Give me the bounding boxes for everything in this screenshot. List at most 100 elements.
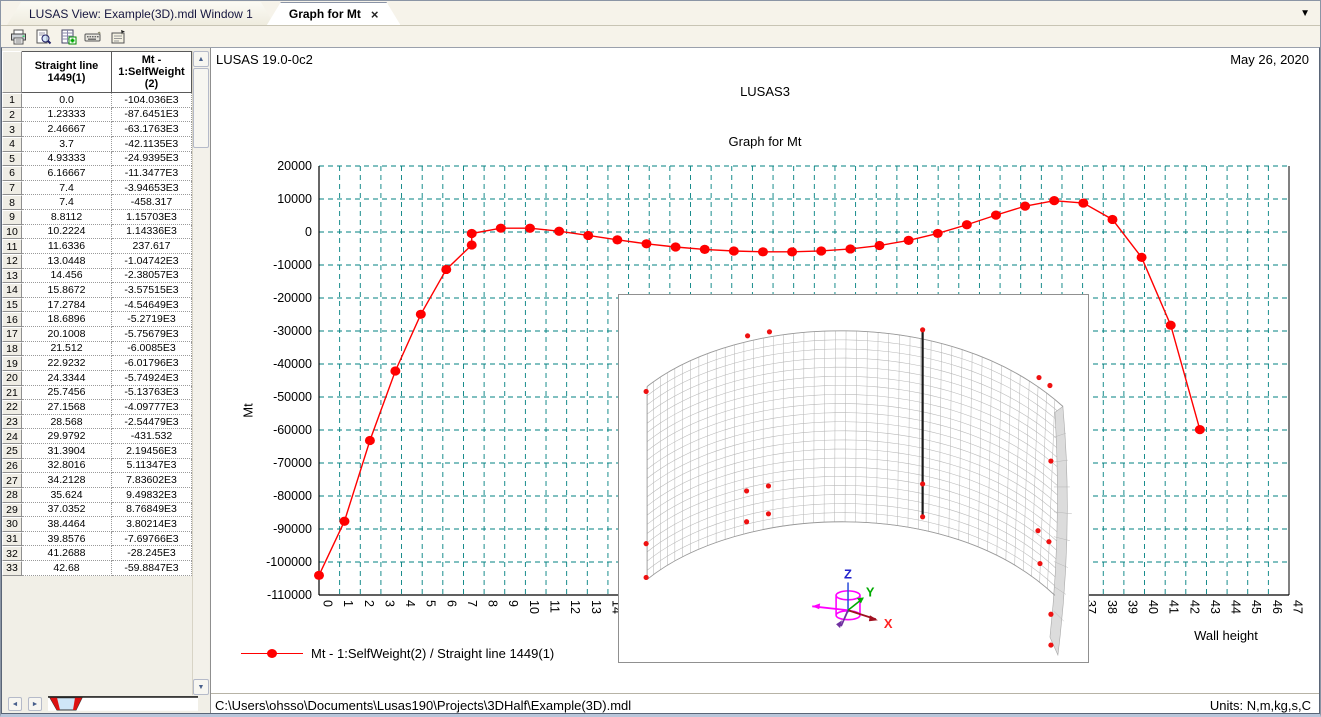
x-value-cell[interactable]: 18.6896 — [22, 312, 112, 327]
x-value-cell[interactable]: 38.4464 — [22, 517, 112, 532]
x-value-cell[interactable]: 34.2128 — [22, 473, 112, 488]
x-value-cell[interactable]: 27.1568 — [22, 400, 112, 415]
row-number-cell[interactable]: 8 — [2, 195, 22, 210]
x-value-cell[interactable]: 42.68 — [22, 561, 112, 576]
x-value-cell[interactable]: 31.3904 — [22, 444, 112, 459]
mt-value-cell[interactable]: 1.14336E3 — [112, 225, 192, 240]
x-value-cell[interactable]: 8.8112 — [22, 210, 112, 225]
row-number-cell[interactable]: 9 — [2, 210, 22, 225]
mt-value-cell[interactable]: -104.036E3 — [112, 93, 192, 108]
row-number-cell[interactable]: 6 — [2, 166, 22, 181]
x-value-cell[interactable]: 39.8576 — [22, 532, 112, 547]
x-value-cell[interactable]: 15.8672 — [22, 283, 112, 298]
x-value-cell[interactable]: 13.0448 — [22, 254, 112, 269]
row-number-cell[interactable]: 17 — [2, 327, 22, 342]
print-icon[interactable] — [9, 28, 27, 45]
properties-icon[interactable] — [109, 28, 127, 45]
mt-value-cell[interactable]: 2.19456E3 — [112, 444, 192, 459]
x-value-cell[interactable]: 25.7456 — [22, 386, 112, 401]
row-number-cell[interactable]: 12 — [2, 254, 22, 269]
export-grid-icon[interactable] — [59, 28, 77, 45]
row-number-cell[interactable]: 26 — [2, 459, 22, 474]
scroll-down-icon[interactable]: ▼ — [193, 679, 209, 695]
row-number-cell[interactable]: 19 — [2, 356, 22, 371]
row-number-cell[interactable]: 22 — [2, 400, 22, 415]
scrollbar-thumb[interactable] — [193, 68, 209, 148]
row-number-cell[interactable]: 30 — [2, 517, 22, 532]
x-value-cell[interactable]: 7.4 — [22, 195, 112, 210]
row-number-cell[interactable]: 25 — [2, 444, 22, 459]
row-number-cell[interactable]: 3 — [2, 122, 22, 137]
mt-value-cell[interactable]: -458.317 — [112, 195, 192, 210]
x-value-cell[interactable]: 1.23333 — [22, 108, 112, 123]
mt-value-cell[interactable]: -28.245E3 — [112, 546, 192, 561]
tab-list-dropdown-icon[interactable]: ▼ — [1300, 8, 1310, 19]
mt-value-cell[interactable]: -42.1135E3 — [112, 137, 192, 152]
row-number-cell[interactable]: 15 — [2, 298, 22, 313]
mt-value-cell[interactable]: -6.01796E3 — [112, 356, 192, 371]
mt-value-cell[interactable]: 8.76849E3 — [112, 503, 192, 518]
mt-value-cell[interactable]: -5.13763E3 — [112, 386, 192, 401]
mt-value-cell[interactable]: -431.532 — [112, 429, 192, 444]
row-number-cell[interactable]: 24 — [2, 429, 22, 444]
mt-value-cell[interactable]: -24.9395E3 — [112, 152, 192, 167]
mt-value-cell[interactable]: -59.8847E3 — [112, 561, 192, 576]
mt-value-cell[interactable]: -5.74924E3 — [112, 371, 192, 386]
mt-value-cell[interactable]: -5.2719E3 — [112, 312, 192, 327]
x-value-cell[interactable]: 11.6336 — [22, 239, 112, 254]
mt-value-cell[interactable]: 7.83602E3 — [112, 473, 192, 488]
x-value-cell[interactable]: 37.0352 — [22, 503, 112, 518]
row-number-cell[interactable]: 31 — [2, 532, 22, 547]
row-number-cell[interactable]: 13 — [2, 269, 22, 284]
x-value-cell[interactable]: 14.456 — [22, 269, 112, 284]
row-number-cell[interactable]: 16 — [2, 312, 22, 327]
row-number-cell[interactable]: 10 — [2, 225, 22, 240]
row-number-cell[interactable]: 1 — [2, 93, 22, 108]
x-value-cell[interactable]: 2.46667 — [22, 122, 112, 137]
mt-value-cell[interactable]: 9.49832E3 — [112, 488, 192, 503]
mt-value-cell[interactable]: -3.94653E3 — [112, 181, 192, 196]
x-value-cell[interactable]: 22.9232 — [22, 356, 112, 371]
mt-value-cell[interactable]: -6.0085E3 — [112, 342, 192, 357]
row-number-cell[interactable]: 11 — [2, 239, 22, 254]
x-value-cell[interactable]: 32.8016 — [22, 459, 112, 474]
row-number-cell[interactable]: 23 — [2, 415, 22, 430]
row-number-cell[interactable]: 33 — [2, 561, 22, 576]
row-number-cell[interactable]: 28 — [2, 488, 22, 503]
print-preview-icon[interactable] — [34, 28, 52, 45]
grid-vertical-scrollbar[interactable]: ▲ ▼ — [192, 51, 209, 695]
x-value-cell[interactable]: 21.512 — [22, 342, 112, 357]
x-value-cell[interactable]: 24.3344 — [22, 371, 112, 386]
row-number-cell[interactable]: 14 — [2, 283, 22, 298]
row-number-cell[interactable]: 4 — [2, 137, 22, 152]
mt-value-cell[interactable]: -3.57515E3 — [112, 283, 192, 298]
tab-close-icon[interactable]: × — [371, 7, 379, 22]
row-number-cell[interactable]: 27 — [2, 473, 22, 488]
scroll-left-icon[interactable]: ◄ — [8, 697, 22, 711]
row-number-cell[interactable]: 29 — [2, 503, 22, 518]
mt-value-cell[interactable]: 237.617 — [112, 239, 192, 254]
row-number-cell[interactable]: 18 — [2, 342, 22, 357]
mt-value-cell[interactable]: -4.54649E3 — [112, 298, 192, 313]
mt-value-cell[interactable]: -4.09777E3 — [112, 400, 192, 415]
mt-value-cell[interactable]: -87.6451E3 — [112, 108, 192, 123]
x-value-cell[interactable]: 6.16667 — [22, 166, 112, 181]
x-value-cell[interactable]: 7.4 — [22, 181, 112, 196]
x-value-cell[interactable]: 41.2688 — [22, 546, 112, 561]
row-number-cell[interactable]: 32 — [2, 546, 22, 561]
row-number-cell[interactable]: 5 — [2, 152, 22, 167]
mt-value-cell[interactable]: 5.11347E3 — [112, 459, 192, 474]
mt-value-cell[interactable]: -1.04742E3 — [112, 254, 192, 269]
mt-value-cell[interactable]: -5.75679E3 — [112, 327, 192, 342]
mt-value-cell[interactable]: 1.15703E3 — [112, 210, 192, 225]
row-number-cell[interactable]: 21 — [2, 386, 22, 401]
x-value-cell[interactable]: 35.624 — [22, 488, 112, 503]
sheet-tab[interactable] — [48, 696, 198, 712]
scroll-up-icon[interactable]: ▲ — [193, 51, 209, 67]
mt-value-cell[interactable]: 3.80214E3 — [112, 517, 192, 532]
x-value-cell[interactable]: 29.9792 — [22, 429, 112, 444]
tab-graph-for-mt[interactable]: Graph for Mt × — [267, 2, 401, 25]
x-value-cell[interactable]: 3.7 — [22, 137, 112, 152]
mt-value-cell[interactable]: -11.3477E3 — [112, 166, 192, 181]
scroll-right-icon[interactable]: ► — [28, 697, 42, 711]
